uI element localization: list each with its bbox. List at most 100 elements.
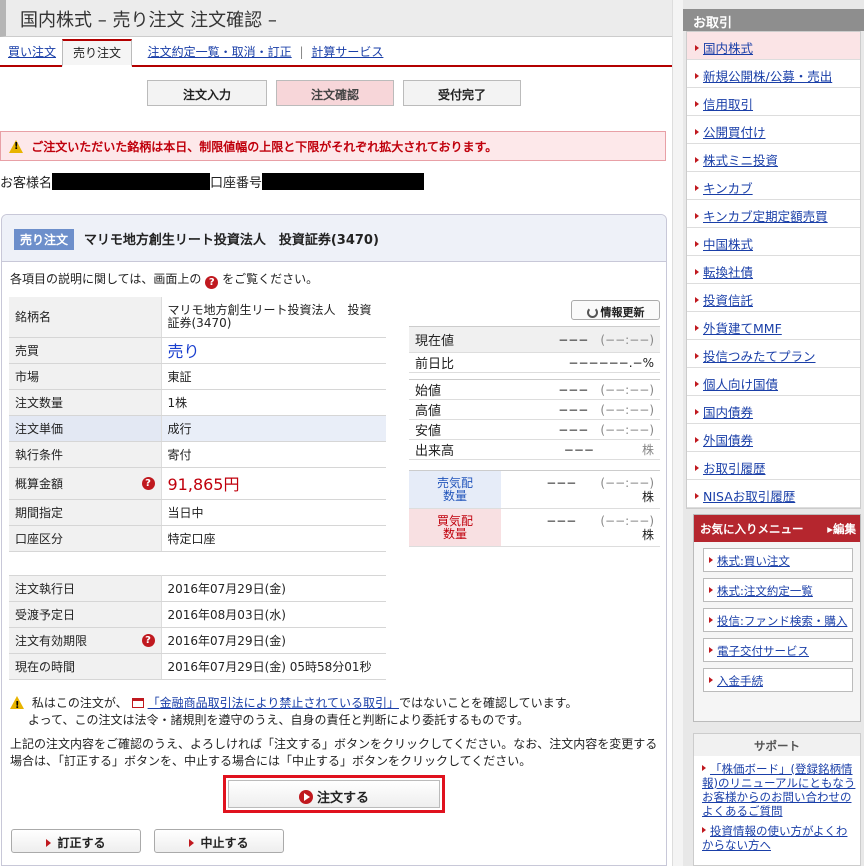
sidebar-item-kinkabu[interactable]: キンカブ (687, 172, 860, 200)
table-row: 注文執行日 2016年07月29日(金) (9, 575, 386, 602)
table-row: 銘柄名 マリモ地方創生リート投資法人 投資証券(3470) (9, 297, 386, 338)
table-row: 注文単価 成行 (9, 415, 386, 442)
favorites-panel: お気に入りメニュー ▸編集 株式:買い注文 株式:注文約定一覧 投信:ファンド検… (693, 514, 861, 722)
table-row: 出来高 −−− 株 (409, 439, 660, 460)
tab-sell-order[interactable]: 売り注文 (62, 39, 132, 67)
customer-name-redacted (52, 173, 211, 190)
sidebar-item-domestic-stock[interactable]: 国内株式 (687, 32, 860, 60)
quote-current-table: 現在値 −−− (−−:−−) 前日比 −−−−−−.−% (409, 326, 660, 373)
step-input: 注文入力 (147, 80, 267, 106)
table-row: 安値 −−− (−−:−−) (409, 419, 660, 440)
support-header: サポート (694, 734, 860, 756)
tab-buy-order[interactable]: 買い注文 (8, 45, 56, 59)
main-content: 国内株式 – 売り注文 注文確認 – 買い注文 注文約定一覧・取消・訂正 | 計… (0, 0, 672, 866)
arrow-right-icon (46, 839, 52, 847)
compliance-confirmation: 私はこの注文が、「金融商品取引法により禁止されている取引」ではないことを確認して… (10, 695, 660, 729)
table-row: 注文有効期限? 2016年07月29日(金) (9, 627, 386, 654)
table-row: 売気配 数量 −−− (−−:−−) 株 (409, 470, 660, 509)
refresh-icon (586, 307, 598, 318)
sidebar-item-domestic-bond[interactable]: 国内債券 (687, 396, 860, 424)
sidebar-item-fund-plan[interactable]: 投信つみたてプラン (687, 340, 860, 368)
arrow-right-icon (189, 839, 195, 847)
account-number-redacted (262, 173, 425, 190)
step-confirm: 注文確認 (276, 80, 394, 106)
sidebar-item-jgb[interactable]: 個人向け国債 (687, 368, 860, 396)
help-icon: ? (205, 276, 219, 289)
warning-icon (9, 140, 23, 153)
external-link-icon (131, 698, 144, 708)
table-row: 口座区分 特定口座 (9, 525, 386, 552)
quote-board-table: 売気配 数量 −−− (−−:−−) 株 買気配 数量 −−− (−−:−−) 株 (409, 470, 660, 547)
help-icon[interactable]: ? (141, 634, 155, 647)
table-row: 市場 東証 (9, 363, 386, 390)
support-panel: サポート 「株価ボード」(登録銘柄情報)のリニューアルにともなうお客様からのお問… (693, 733, 861, 866)
page-title: 国内株式 – 売り注文 注文確認 – (0, 0, 672, 37)
order-tabs: 買い注文 注文約定一覧・取消・訂正 | 計算サービス 売り注文 (0, 37, 672, 67)
order-card: 売り注文 マリモ地方創生リート投資法人 投資証券(3470) 各項目の説明に関し… (1, 214, 667, 866)
support-item[interactable]: 投資情報の使い方がよくわからない方へ (694, 818, 860, 852)
table-row: 期間指定 当日中 (9, 499, 386, 526)
support-item[interactable]: 「株価ボード」(登録銘柄情報)のリニューアルにともなうお客様からのお問い合わせの… (694, 756, 860, 818)
favorite-item[interactable]: 株式:買い注文 (703, 548, 853, 572)
sell-order-tag: 売り注文 (14, 229, 75, 250)
account-label: 口座番号 (210, 176, 263, 191)
tab-calc-service[interactable]: 計算サービス (311, 45, 383, 59)
favorite-item[interactable]: 投信:ファンド検索・購入 (703, 608, 853, 632)
sidebar-item-mini-stock[interactable]: 株式ミニ投資 (687, 144, 860, 172)
order-card-header: 売り注文 マリモ地方創生リート投資法人 投資証券(3470) (2, 215, 666, 262)
table-row: 前日比 −−−−−−.−% (409, 352, 660, 373)
table-row: 現在値 −−− (−−:−−) (409, 326, 660, 353)
sidebar-trade-menu: 国内株式 新規公開株/公募・売出 信用取引 公開買付け 株式ミニ投資 キンカブ … (686, 31, 861, 509)
favorites-edit-link[interactable]: ▸編集 (827, 521, 856, 537)
sidebar-item-mmf[interactable]: 外貨建てMMF (687, 312, 860, 340)
sidebar-item-history[interactable]: お取引履歴 (687, 452, 860, 480)
sidebar-item-fund[interactable]: 投資信託 (687, 284, 860, 312)
sidebar-item-foreign-bond[interactable]: 外国債券 (687, 424, 860, 452)
sidebar-item-china-stock[interactable]: 中国株式 (687, 228, 860, 256)
favorite-item[interactable]: 入金手続 (703, 668, 853, 692)
progress-steps: 注文入力 注文確認 受付完了 (0, 67, 672, 119)
play-icon (298, 790, 313, 804)
table-row: 注文数量 1株 (9, 389, 386, 416)
help-note: 各項目の説明に関しては、画面上の ? をご覧ください。 (10, 272, 319, 289)
sidebar-item-margin[interactable]: 信用取引 (687, 88, 860, 116)
table-row: 概算金額? 91,865円 (9, 467, 386, 500)
place-order-button[interactable]: 注文する (223, 775, 445, 813)
refresh-quote-button[interactable]: 情報更新 (571, 300, 660, 320)
sidebar-item-ipo[interactable]: 新規公開株/公募・売出 (687, 60, 860, 88)
table-row: 買気配 数量 −−− (−−:−−) 株 (409, 508, 660, 547)
sidebar-item-tob[interactable]: 公開買付け (687, 116, 860, 144)
help-icon[interactable]: ? (141, 476, 155, 490)
sidebar-item-kinkabu-periodic[interactable]: キンカブ定期定額売買 (687, 200, 860, 228)
table-row: 執行条件 寄付 (9, 441, 386, 468)
sidebar-item-convertible[interactable]: 転換社債 (687, 256, 860, 284)
prohibited-trade-link[interactable]: 「金融商品取引法により禁止されている取引」 (148, 696, 399, 710)
favorite-item[interactable]: 株式:注文約定一覧 (703, 578, 853, 602)
order-detail-table: 銘柄名 マリモ地方創生リート投資法人 投資証券(3470) 売買 売り 市場 東証 注… (9, 297, 386, 552)
scrollbar-gutter (672, 0, 683, 866)
price-limit-alert: ご注文いただいた銘柄は本日、制限値幅の上限と下限がそれぞれ拡大されております。 (0, 131, 666, 161)
correct-order-button[interactable]: 訂正する (11, 829, 141, 853)
step-complete: 受付完了 (403, 80, 521, 106)
table-row: 売買 売り (9, 337, 386, 364)
favorites-header: お気に入りメニュー ▸編集 (694, 515, 860, 542)
stock-name-header: マリモ地方創生リート投資法人 投資証券(3470) (83, 233, 379, 248)
sidebar-item-nisa-history[interactable]: NISAお取引履歴 (687, 480, 860, 508)
warning-icon (10, 696, 24, 714)
table-row: 現在の時間 2016年07月29日(金) 05時58分01秒 (9, 653, 386, 680)
favorite-item[interactable]: 電子交付サービス (703, 638, 853, 662)
cancel-order-button[interactable]: 中止する (154, 829, 284, 853)
table-row: 高値 −−− (−−:−−) (409, 399, 660, 420)
tab-order-list[interactable]: 注文約定一覧・取消・訂正 (148, 45, 292, 59)
trade-type-value: 売り (167, 342, 200, 361)
estimated-amount: 91,865円 (167, 475, 240, 494)
sidebar-title: お取引 (683, 9, 864, 31)
alert-text: ご注文いただいた銘柄は本日、制限値幅の上限と下限がそれぞれ拡大されております。 (31, 140, 498, 154)
table-row: 始値 −−− (−−:−−) (409, 379, 660, 400)
customer-info: お客様名 口座番号 (0, 172, 425, 191)
table-row: 受渡予定日 2016年08月03日(水) (9, 601, 386, 628)
order-date-table: 注文執行日 2016年07月29日(金) 受渡予定日 2016年08月03日(水) … (9, 575, 386, 680)
instruction-text: 上記の注文内容をご確認のうえ、よろしければ「注文する」ボタンをクリックしてくださ… (10, 737, 658, 768)
customer-name-label: お客様名 (0, 176, 53, 191)
quote-price-table: 始値 −−− (−−:−−) 高値 −−− (−−:−−) 安値 −−− (−−:−−… (409, 379, 660, 460)
